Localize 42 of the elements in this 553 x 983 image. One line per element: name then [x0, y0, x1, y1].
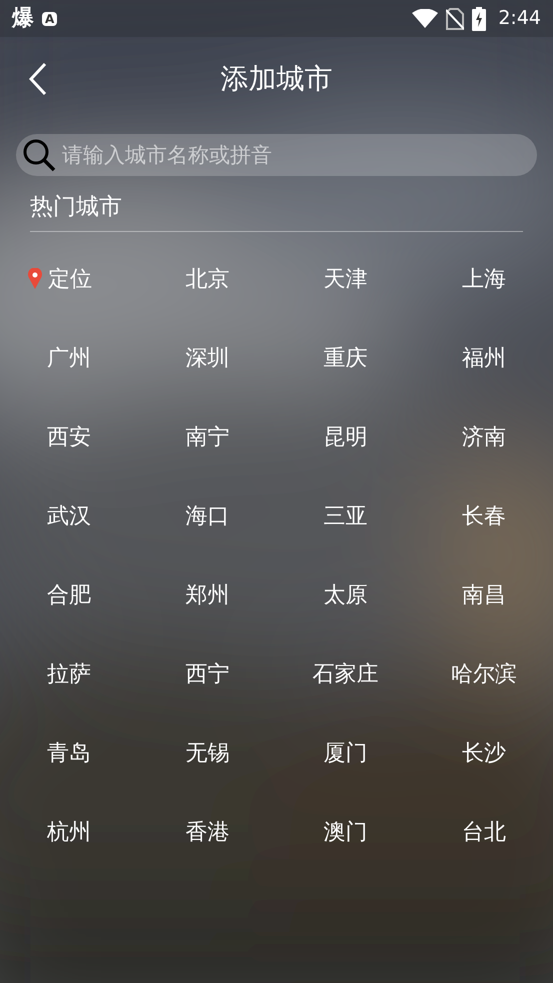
location-pin-icon: [28, 268, 42, 290]
status-time: 2:44: [498, 6, 541, 32]
city-button[interactable]: 武汉: [47, 500, 92, 532]
city-button[interactable]: 杭州: [47, 816, 92, 848]
city-button[interactable]: 昆明: [324, 420, 368, 454]
city-button[interactable]: 厦门: [324, 736, 368, 770]
city-button[interactable]: 南昌: [462, 578, 506, 612]
battery-icon: [472, 6, 486, 30]
city-button[interactable]: 西宁: [185, 658, 230, 690]
city-button[interactable]: 三亚: [324, 500, 368, 532]
city-button[interactable]: 天津: [324, 262, 368, 296]
back-icon: [29, 62, 47, 96]
city-button[interactable]: 广州: [47, 342, 92, 374]
city-button[interactable]: 合肥: [47, 578, 92, 612]
city-button[interactable]: 深圳: [185, 342, 230, 374]
city-button[interactable]: 石家庄: [312, 658, 379, 690]
city-button[interactable]: 哈尔滨: [450, 658, 517, 690]
search-icon: [22, 138, 56, 172]
wifi-icon: [412, 8, 438, 28]
notification-icon: 爆: [12, 8, 34, 30]
city-button[interactable]: 无锡: [185, 736, 230, 770]
city-button[interactable]: 香港: [185, 816, 230, 848]
city-button[interactable]: 郑州: [185, 578, 230, 612]
city-button[interactable]: 台北: [462, 816, 506, 848]
city-button[interactable]: 长春: [462, 500, 506, 532]
city-button[interactable]: 长沙: [462, 736, 506, 770]
city-button[interactable]: 青岛: [47, 736, 92, 770]
city-button[interactable]: 济南: [462, 420, 506, 454]
city-button[interactable]: 福州: [462, 342, 506, 374]
section-title: 热门城市: [30, 194, 122, 220]
city-button[interactable]: 北京: [185, 262, 230, 296]
city-button[interactable]: 西安: [47, 420, 92, 454]
city-button[interactable]: 重庆: [324, 342, 368, 374]
city-button[interactable]: 上海: [462, 262, 506, 296]
city-button[interactable]: 太原: [324, 578, 368, 612]
no-sim-icon: [446, 8, 464, 30]
notification-icon: A: [42, 12, 58, 26]
city-button[interactable]: 海口: [185, 500, 230, 532]
city-button[interactable]: 澳门: [324, 816, 368, 848]
page-title: 添加城市: [220, 60, 332, 96]
city-button[interactable]: 拉萨: [47, 658, 92, 690]
city-button[interactable]: 南宁: [185, 420, 230, 454]
